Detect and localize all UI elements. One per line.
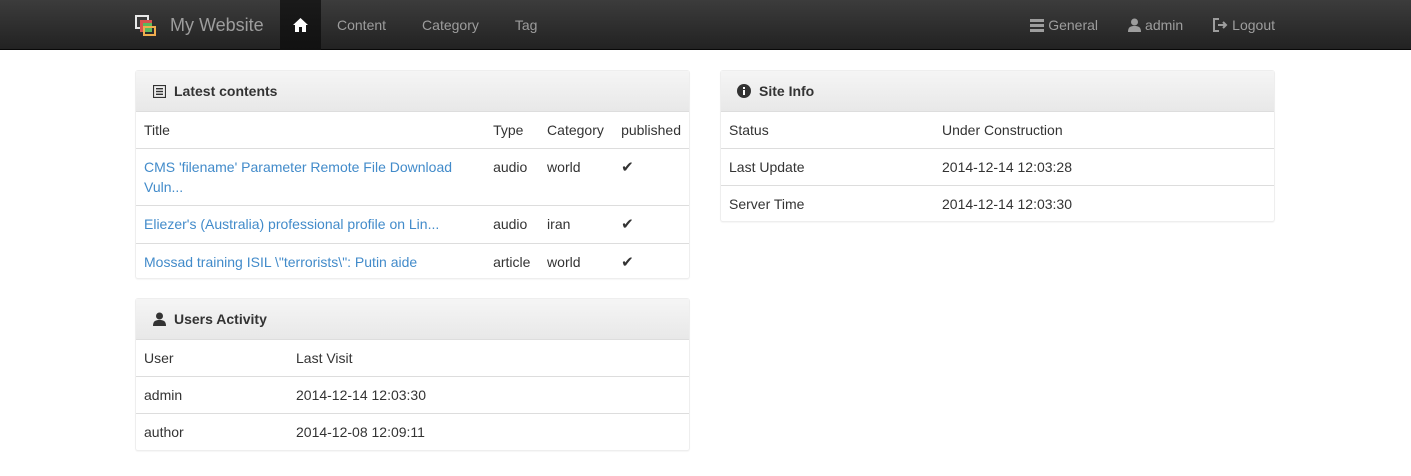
published-check-icon: ✔ — [621, 216, 634, 233]
nav-logout[interactable]: Logout — [1198, 0, 1275, 50]
site-info-title: Site Info — [759, 83, 815, 99]
list-icon — [1030, 18, 1045, 32]
user-name: admin — [136, 376, 288, 414]
content-title-link[interactable]: Eliezer's (Australia) professional profi… — [144, 216, 439, 232]
col-header-user: User — [144, 350, 174, 366]
table-row: Mossad training ISIL \"terrorists\": Put… — [136, 243, 689, 281]
nav-content[interactable]: Content — [321, 0, 406, 50]
nav-general-label: General — [1048, 17, 1099, 33]
col-header-published: published — [621, 122, 681, 138]
users-activity-heading: Users Activity — [136, 299, 689, 340]
content-type: audio — [485, 148, 540, 206]
site-info-table: Status Under Construction Last Update 20… — [721, 112, 1274, 222]
brand-link[interactable]: My Website — [135, 0, 264, 50]
table-header-row: User Last Visit — [136, 340, 689, 377]
table-row: Last Update 2014-12-14 12:03:28 — [721, 148, 1274, 186]
latest-contents-table: Title Type Category published CMS 'filen… — [136, 112, 689, 281]
col-header-type: Type — [493, 122, 524, 138]
nav-user: General admin Logout — [1015, 0, 1275, 50]
site-info-heading: Site Info — [721, 71, 1274, 112]
logout-icon — [1213, 18, 1228, 32]
user-icon — [1128, 18, 1142, 32]
col-header-title: Title — [144, 122, 170, 138]
site-info-label: Last Update — [721, 148, 934, 186]
latest-contents-title: Latest contents — [174, 83, 278, 99]
latest-contents-panel: Latest contents Title Type Category publ… — [135, 70, 690, 281]
site-info-value: 2014-12-14 12:03:30 — [934, 185, 1274, 222]
user-last-visit: 2014-12-14 12:03:30 — [288, 376, 689, 414]
home-icon — [293, 18, 308, 32]
table-row: CMS 'filename' Parameter Remote File Dow… — [136, 148, 689, 206]
published-check-icon: ✔ — [621, 159, 634, 176]
site-info-value: 2014-12-14 12:03:28 — [934, 148, 1274, 186]
col-header-last-visit: Last Visit — [296, 350, 353, 366]
user-name: author — [136, 413, 288, 450]
content-category: world — [539, 148, 614, 206]
table-row: Eliezer's (Australia) professional profi… — [136, 205, 689, 244]
top-navbar: My Website Content Category Tag General … — [0, 0, 1411, 50]
users-activity-title: Users Activity — [174, 311, 267, 327]
nav-logout-label: Logout — [1232, 17, 1275, 33]
info-icon — [736, 84, 752, 98]
user-last-visit: 2014-12-08 12:09:11 — [288, 413, 689, 450]
table-row: admin 2014-12-14 12:03:30 — [136, 376, 689, 414]
site-logo-icon — [135, 14, 156, 36]
nav-admin[interactable]: admin — [1113, 0, 1198, 50]
content-type: audio — [485, 205, 540, 244]
content-category: iran — [539, 205, 614, 244]
content-title-link[interactable]: CMS 'filename' Parameter Remote File Dow… — [144, 159, 452, 195]
nav-tag[interactable]: Tag — [499, 0, 558, 50]
latest-contents-heading: Latest contents — [136, 71, 689, 112]
site-info-label: Status — [729, 122, 769, 138]
published-check-icon: ✔ — [621, 254, 634, 271]
col-header-category: Category — [547, 122, 604, 138]
site-info-value: Under Construction — [942, 122, 1063, 138]
table-row: author 2014-12-08 12:09:11 — [136, 413, 689, 450]
users-activity-panel: Users Activity User Last Visit admin 201… — [135, 298, 690, 451]
nav-admin-label: admin — [1145, 17, 1184, 33]
table-row: Status Under Construction — [721, 112, 1274, 149]
table-row: Server Time 2014-12-14 12:03:30 — [721, 185, 1274, 222]
content-type: article — [485, 243, 540, 281]
content-title-link[interactable]: Mossad training ISIL \"terrorists\": Put… — [144, 254, 417, 270]
site-info-label: Server Time — [721, 185, 934, 222]
nav-home[interactable] — [280, 0, 321, 50]
nav-category[interactable]: Category — [406, 0, 499, 50]
nav-general[interactable]: General — [1015, 0, 1113, 50]
content-category: world — [539, 243, 614, 281]
site-info-panel: Site Info Status Under Construction Last… — [720, 70, 1275, 222]
users-activity-table: User Last Visit admin 2014-12-14 12:03:3… — [136, 340, 689, 450]
table-header-row: Title Type Category published — [136, 112, 689, 149]
user-icon — [151, 312, 167, 326]
list-alt-icon — [151, 84, 167, 98]
nav-main: Content Category Tag — [280, 0, 557, 50]
brand-name: My Website — [170, 14, 264, 35]
